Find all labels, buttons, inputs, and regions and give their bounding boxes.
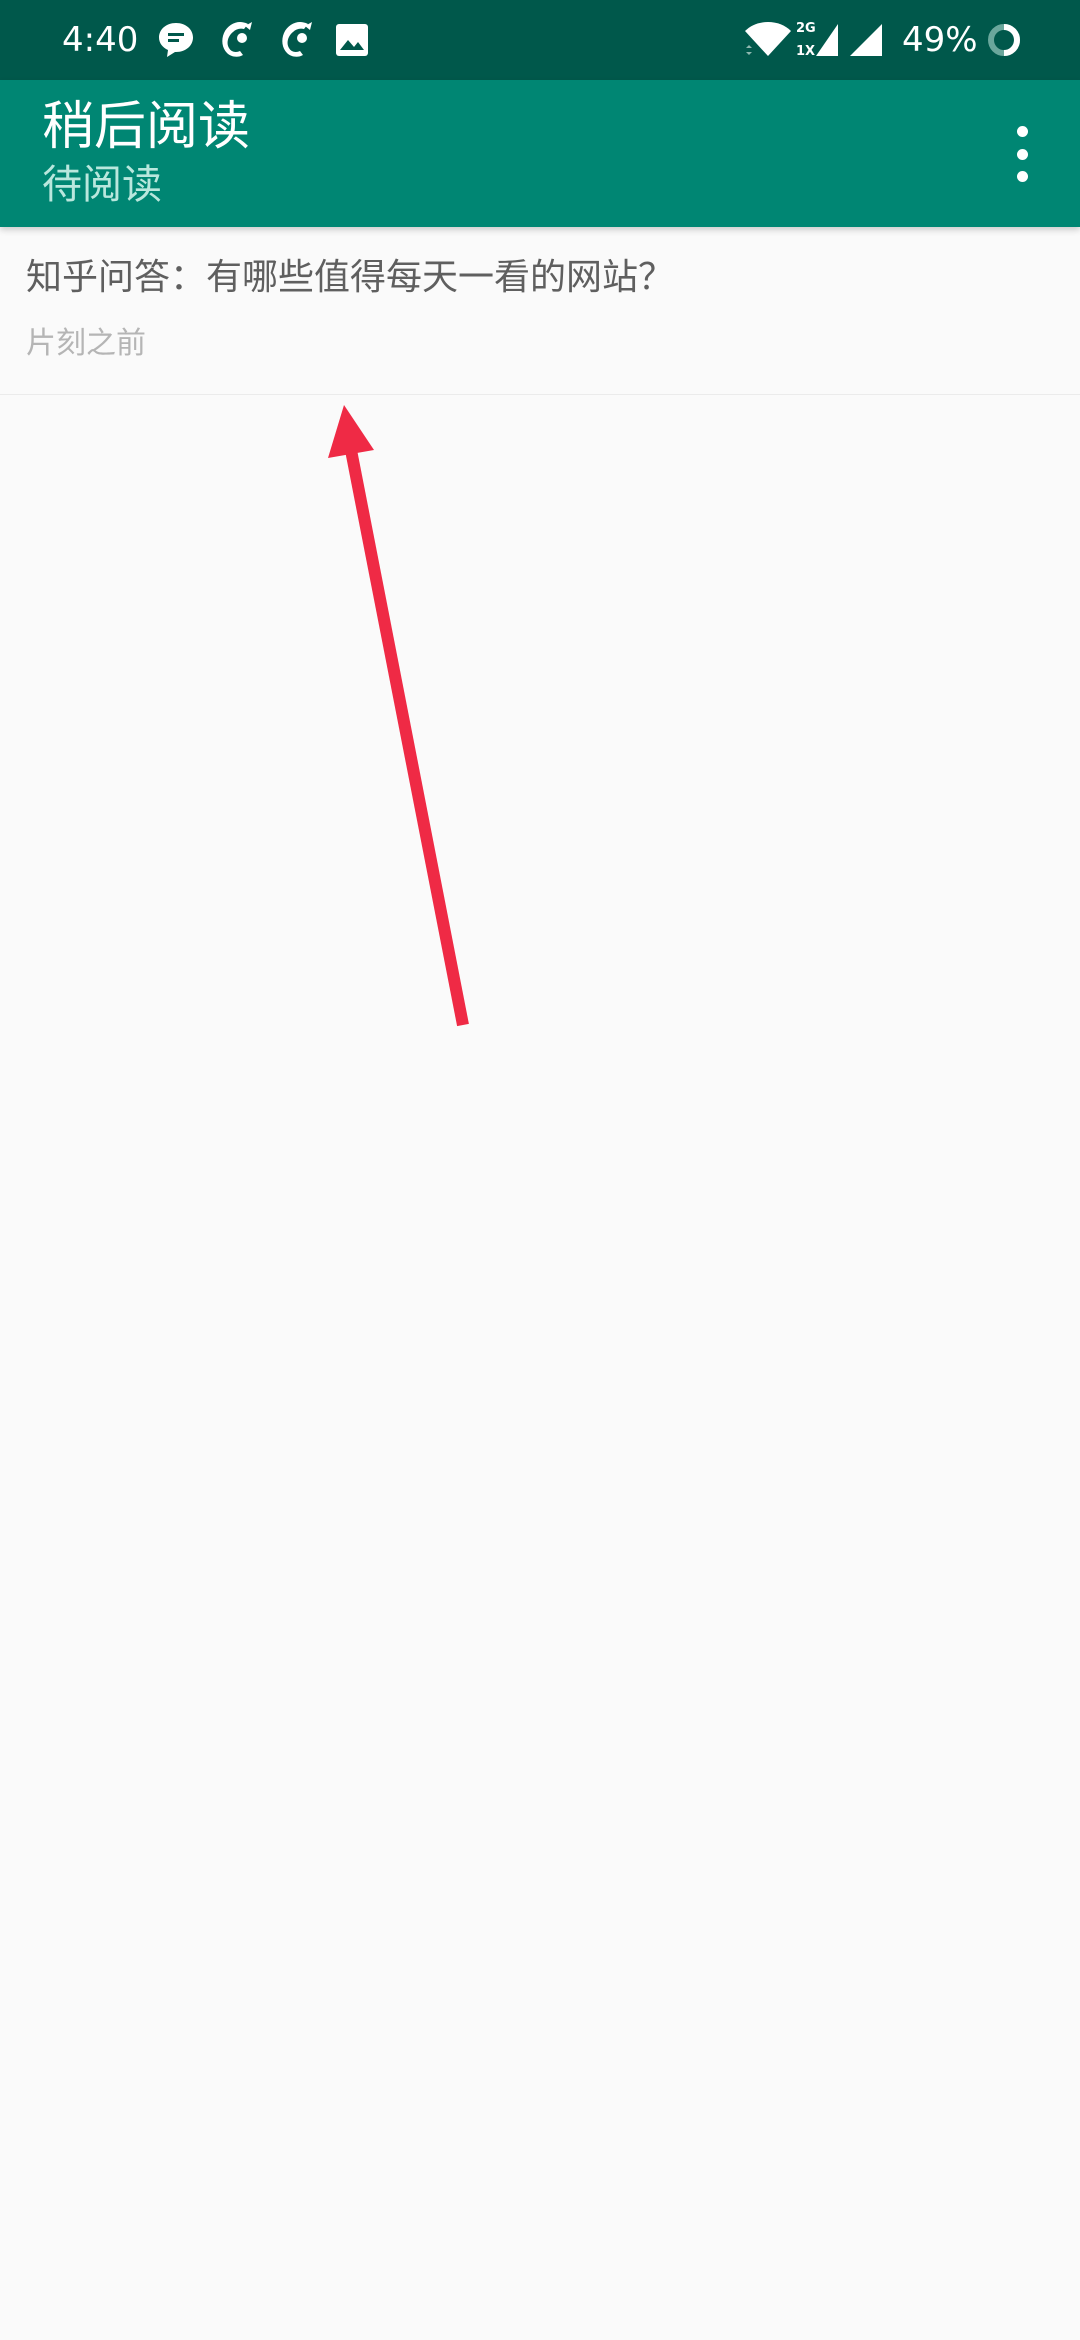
battery-ring-icon	[988, 24, 1020, 56]
annotation-arrow-head	[328, 405, 374, 458]
image-icon	[336, 24, 368, 56]
network-type-label: 2G	[796, 21, 816, 36]
annotation-arrow-shaft	[344, 443, 469, 1027]
app-bar: 稍后阅读 待阅读	[0, 80, 1080, 227]
dolphin-app-icon	[282, 22, 312, 57]
more-vert-icon	[1016, 126, 1028, 137]
battery-percent: 49%	[902, 20, 978, 60]
dolphin-app-icon	[222, 22, 252, 57]
more-vert-icon	[1016, 171, 1028, 182]
list-item[interactable]: 知乎问答：有哪些值得每天一看的网站？ 片刻之前	[0, 227, 1080, 395]
status-bar: 4:40 2G 1X 49%	[0, 0, 1080, 80]
network-type-label: 1X	[796, 44, 816, 59]
more-vert-icon	[1016, 148, 1028, 160]
cell-signal-icon	[816, 24, 838, 56]
list-item-time: 片刻之前	[26, 326, 146, 361]
status-time: 4:40	[62, 20, 139, 60]
page-subtitle: 待阅读	[42, 162, 162, 208]
more-options-button[interactable]	[1000, 120, 1044, 188]
wifi-icon	[745, 22, 791, 56]
page-title: 稍后阅读	[42, 97, 251, 157]
list-item-title: 知乎问答：有哪些值得每天一看的网站？	[26, 257, 675, 298]
screen: 4:40 2G 1X 49% 稍后阅读 待阅读 知乎问答：有哪些值得每天一看的网…	[0, 0, 1080, 2340]
cell-signal-icon	[850, 24, 882, 56]
reading-list: 知乎问答：有哪些值得每天一看的网站？ 片刻之前	[0, 227, 1080, 395]
chat-bubble-icon	[159, 23, 193, 57]
